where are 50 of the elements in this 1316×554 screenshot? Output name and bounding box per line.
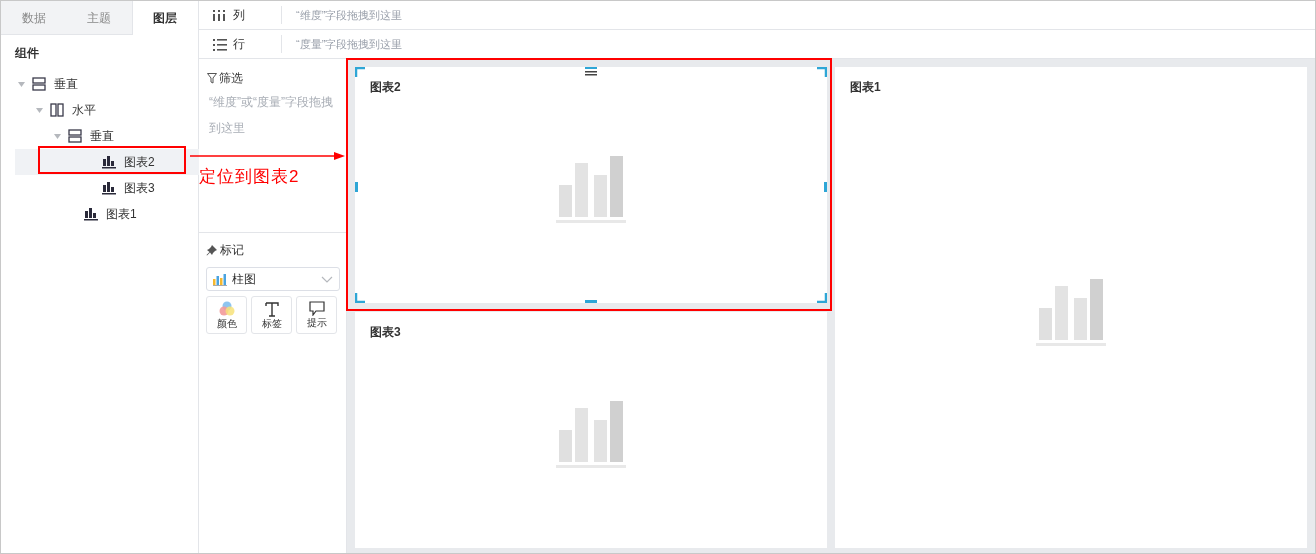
placeholder-bar-chart-icon [556, 401, 626, 468]
bar-chart-icon [102, 181, 116, 195]
bar-chart-icon [102, 155, 116, 169]
chart-card[interactable]: 图表1 [835, 67, 1307, 548]
corner-handle-icon [817, 293, 827, 303]
chart-title: 图表2 [370, 79, 401, 96]
placeholder-bar-chart-icon [556, 156, 626, 223]
expanded-triangle-icon [36, 107, 43, 113]
chart-title: 图表3 [370, 324, 401, 341]
bar-chart-icon [84, 207, 98, 221]
chart-card[interactable]: 图表2 [355, 67, 827, 303]
chevron-down-icon [321, 275, 333, 283]
side-by-side-columns-icon [50, 103, 64, 117]
expanded-triangle-icon [54, 133, 61, 139]
tree-item[interactable]: 图表3 [15, 175, 199, 201]
tree-item[interactable]: 图表2 [15, 149, 199, 175]
resize-handle[interactable] [355, 182, 358, 192]
mark-button[interactable]: 标签 [251, 296, 292, 334]
tree-item[interactable]: 垂直 [15, 123, 199, 149]
text-t-icon [263, 300, 280, 317]
corner-handle-icon [817, 67, 827, 77]
section-label: 标记 [220, 242, 244, 259]
resize-handle[interactable] [824, 182, 827, 192]
mark-button[interactable]: 提示 [296, 296, 337, 334]
tree-item[interactable]: 垂直 [15, 71, 199, 97]
bar-chart-icon [213, 272, 227, 286]
panel-title: 组件 [15, 45, 39, 61]
resize-handle[interactable] [585, 300, 597, 303]
annotation-text: 定位到图表2 [199, 166, 300, 188]
corner-handle-icon [355, 293, 365, 303]
pin-icon [206, 244, 218, 256]
mark-button[interactable]: 颜色 [206, 296, 247, 334]
chart-title: 图表1 [850, 79, 881, 96]
section-label: 筛选 [219, 70, 243, 87]
filter-icon [207, 72, 217, 84]
list-icon [213, 37, 227, 51]
chart-card[interactable]: 图表3 [355, 312, 827, 548]
shelf-label: 行 [233, 36, 245, 53]
stacked-rows-icon [68, 129, 82, 143]
chart-type-dropdown[interactable]: 柱图 [206, 267, 340, 291]
expanded-triangle-icon [18, 81, 25, 87]
placeholder-bar-chart-icon [1036, 278, 1106, 346]
corner-handle-icon [355, 67, 365, 77]
stacked-rows-icon [32, 77, 46, 91]
color-circles-icon [217, 300, 236, 317]
shelf-label: 列 [233, 7, 245, 24]
tree-item[interactable]: 水平 [15, 97, 199, 123]
tree-item[interactable]: 图表1 [15, 201, 199, 227]
speech-bubble-icon [308, 301, 325, 316]
columns-icon [213, 8, 227, 22]
